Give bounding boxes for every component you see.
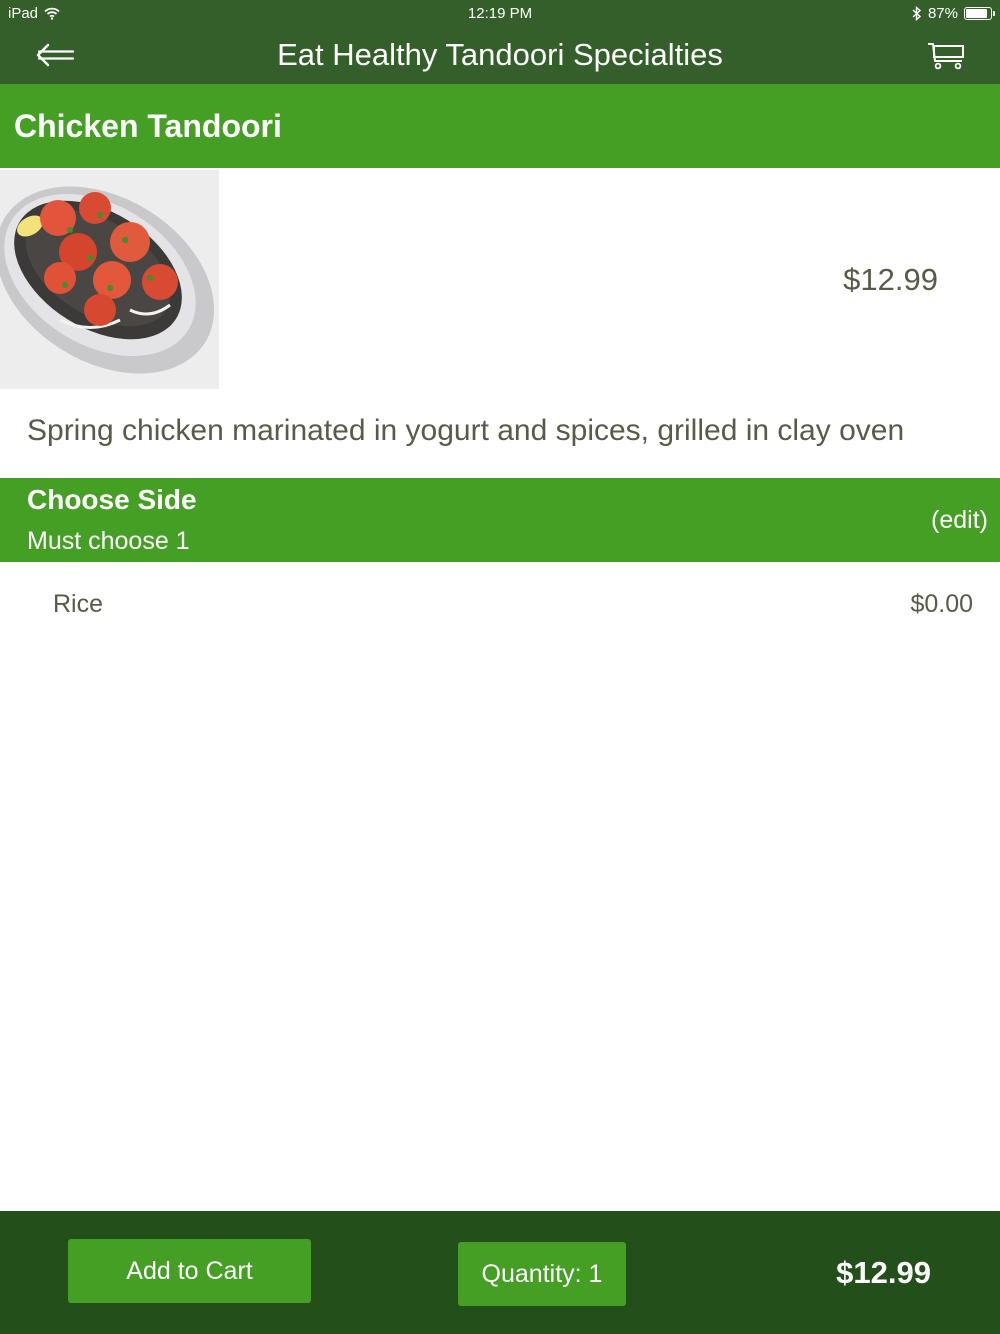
order-total: $12.99 (836, 1255, 931, 1290)
option-selection-row[interactable]: Rice $0.00 (0, 580, 1000, 632)
footer-bar: Add to Cart Quantity: 1 $12.99 (0, 1211, 1000, 1334)
item-description: Spring chicken marinated in yogurt and s… (27, 414, 905, 447)
quantity-button[interactable]: Quantity: 1 (458, 1242, 626, 1306)
item-header: Chicken Tandoori (0, 84, 1000, 168)
edit-options-link[interactable]: (edit) (931, 506, 988, 535)
status-bar: iPad 12:19 PM 87% (0, 0, 1000, 27)
option-group-requirement: Must choose 1 (27, 527, 190, 555)
add-to-cart-button[interactable]: Add to Cart (68, 1239, 311, 1303)
option-selection-name: Rice (53, 590, 104, 618)
option-selection-price: $0.00 (910, 590, 973, 618)
cart-icon (928, 43, 964, 70)
bluetooth-icon (912, 6, 922, 21)
option-group-header: Choose Side Must choose 1 (edit) (0, 478, 1000, 562)
navigation-bar: Eat Healthy Tandoori Specialties (0, 27, 1000, 84)
battery-fill (966, 9, 987, 18)
item-name: Chicken Tandoori (14, 108, 282, 144)
item-photo (0, 170, 219, 389)
option-group-title: Choose Side (27, 484, 197, 515)
battery-percent: 87% (927, 5, 958, 22)
status-time: 12:19 PM (467, 5, 533, 22)
page-title: Eat Healthy Tandoori Specialties (277, 37, 723, 72)
status-right: 87% (912, 5, 995, 22)
item-price: $12.99 (843, 262, 938, 297)
tandoori-chicken-image (0, 170, 219, 389)
cart-button[interactable] (926, 39, 966, 71)
battery-icon (964, 7, 995, 20)
